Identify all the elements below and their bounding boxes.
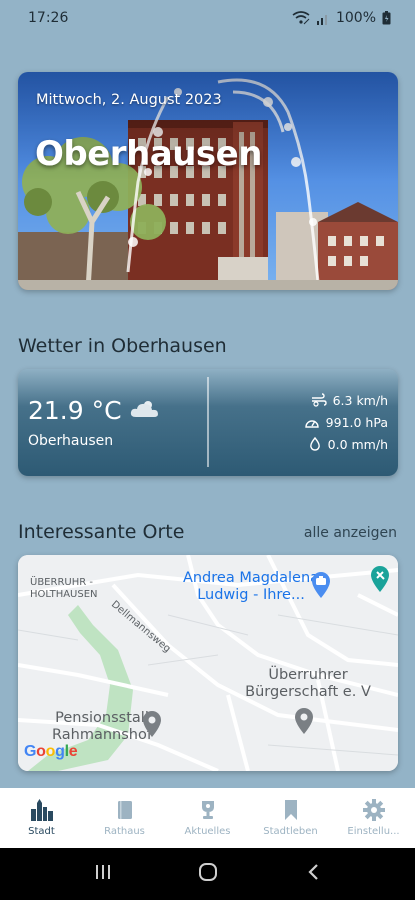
weather-location: Oberhausen — [28, 433, 114, 449]
battery-icon — [382, 11, 391, 25]
poi-label-andrea-ludwig[interactable]: Andrea Magdalena Ludwig - Ihre... — [176, 570, 326, 604]
gear-icon — [361, 798, 387, 822]
district-label-line2: HOLTHAUSEN — [30, 589, 98, 600]
book-icon — [112, 798, 138, 822]
city-skyline-icon — [29, 798, 55, 822]
back-button[interactable] — [293, 854, 333, 894]
recent-apps-icon — [94, 864, 112, 884]
blue-map-pin-icon[interactable] — [310, 571, 332, 603]
back-chevron-icon — [306, 863, 320, 885]
nav-label: Stadt — [28, 826, 55, 837]
weather-card[interactable]: 21.9 °C Oberhausen 6.3 km/h 991.0 hPa 0.… — [18, 369, 398, 476]
nav-item-stadtleben[interactable]: Stadtleben — [249, 788, 332, 848]
nav-item-aktuelles[interactable]: Aktuelles — [166, 788, 249, 848]
poi-label-line1: Andrea Magdalena — [182, 570, 320, 586]
places-map[interactable]: ÜBERRUHR - HOLTHAUSEN Dellmannsweg Andre… — [18, 555, 398, 771]
pressure-value: 991.0 hPa — [325, 414, 388, 430]
pressure-stat: 991.0 hPa — [304, 413, 388, 431]
nav-label: Aktuelles — [184, 826, 231, 837]
trophy-icon — [195, 798, 221, 822]
nav-label: Einstellu... — [347, 826, 400, 837]
poi-label-line1: Überruhrer — [268, 667, 348, 683]
bottom-navigation: Stadt Rathaus Aktuelles Stadtleben Einst… — [0, 788, 415, 848]
battery-text: 100% — [335, 10, 376, 26]
weather-divider — [207, 377, 209, 467]
show-all-link[interactable]: alle anzeigen — [304, 525, 397, 541]
home-button[interactable] — [188, 854, 228, 894]
nav-label: Stadtleben — [263, 826, 318, 837]
gray-map-pin-icon[interactable] — [141, 710, 163, 742]
partly-cloudy-icon — [130, 399, 160, 423]
poi-label-line2: Ludwig - Ihre... — [197, 587, 305, 603]
weather-section-title: Wetter in Oberhausen — [18, 335, 227, 357]
district-label-line1: ÜBERRUHR - — [30, 577, 93, 588]
gray-map-pin-icon[interactable] — [293, 707, 315, 739]
hero-date: Mittwoch, 2. August 2023 — [36, 92, 222, 108]
wind-stat: 6.3 km/h — [311, 391, 388, 409]
wind-icon — [311, 393, 327, 407]
precipitation-value: 0.0 mm/h — [327, 436, 388, 452]
status-bar: 17:26 100% — [0, 0, 415, 36]
google-logo: Google — [24, 743, 78, 760]
nav-label: Rathaus — [104, 826, 145, 837]
recent-apps-button[interactable] — [83, 854, 123, 894]
wifi-icon — [292, 11, 310, 25]
poi-label-buergerschaft[interactable]: Überruhrer Bürgerschaft e. V — [228, 667, 388, 701]
places-section-title: Interessante Orte — [18, 521, 185, 543]
status-time: 17:26 — [28, 10, 69, 26]
nav-item-stadt[interactable]: Stadt — [0, 788, 83, 848]
status-icons: 100% — [292, 10, 391, 26]
teal-map-pin-icon[interactable] — [369, 565, 391, 597]
pressure-gauge-icon — [304, 415, 320, 429]
city-hero-card[interactable]: Mittwoch, 2. August 2023 Oberhausen — [18, 72, 398, 290]
precipitation-stat: 0.0 mm/h — [308, 435, 388, 453]
nav-item-einstellungen[interactable]: Einstellu... — [332, 788, 415, 848]
raindrop-icon — [308, 437, 322, 451]
signal-icon — [316, 12, 330, 25]
district-label: ÜBERRUHR - HOLTHAUSEN — [30, 577, 98, 601]
hero-city-title: Oberhausen — [35, 134, 262, 174]
android-navigation-bar — [0, 848, 415, 900]
home-icon — [198, 862, 218, 886]
poi-label-line2: Bürgerschaft e. V — [245, 684, 371, 700]
bookmark-icon — [278, 798, 304, 822]
weather-stats: 6.3 km/h 991.0 hPa 0.0 mm/h — [238, 391, 388, 453]
weather-temperature: 21.9 °C — [28, 396, 122, 425]
nav-item-rathaus[interactable]: Rathaus — [83, 788, 166, 848]
wind-value: 6.3 km/h — [332, 392, 388, 408]
